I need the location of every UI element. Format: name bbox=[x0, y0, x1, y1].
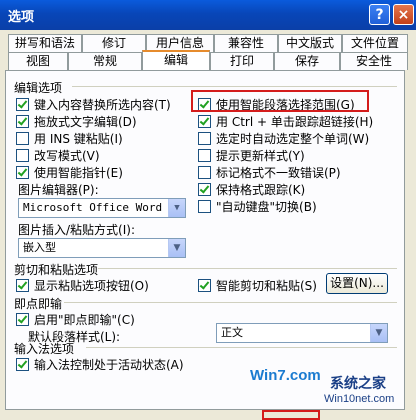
checkbox-show-paste-buttons[interactable]: 显示粘贴选项按钮(O) bbox=[16, 277, 149, 294]
checkbox-label: 输入法控制处于活动状态(A) bbox=[34, 358, 184, 372]
default-style-dropdown[interactable]: 正文 ▼ bbox=[216, 323, 388, 343]
checkbox-label: 用 Ctrl + 单击跟踪超链接(H) bbox=[216, 115, 374, 129]
checkbox-overtype[interactable]: 改写模式(V) bbox=[16, 147, 100, 164]
divider bbox=[64, 302, 397, 303]
tab-revisions[interactable]: 修订 bbox=[82, 34, 146, 52]
watermark-title: 系统之家 bbox=[330, 375, 386, 391]
checkbox-box[interactable] bbox=[16, 132, 29, 145]
tab-file-locations[interactable]: 文件位置 bbox=[342, 34, 408, 52]
chevron-down-icon[interactable]: ▼ bbox=[168, 239, 185, 257]
picture-editor-dropdown[interactable]: Microsoft Office Word ▼ bbox=[18, 198, 186, 218]
tab-general[interactable]: 常规 bbox=[68, 52, 142, 70]
highlight-annotation bbox=[191, 90, 369, 112]
watermark-brand: Win7.com bbox=[250, 367, 321, 384]
dropdown-value: Microsoft Office Word bbox=[23, 201, 163, 214]
divider bbox=[98, 268, 397, 269]
checkbox-label: 使用智能指针(E) bbox=[34, 166, 123, 180]
checkbox-label: 用 INS 键粘贴(I) bbox=[34, 132, 123, 146]
checkbox-label: 拖放式文字编辑(D) bbox=[34, 115, 137, 129]
checkbox-box[interactable] bbox=[198, 132, 211, 145]
tab-spelling[interactable]: 拼写和语法 bbox=[8, 34, 82, 52]
checkbox-drag-drop[interactable]: 拖放式文字编辑(D) bbox=[16, 113, 137, 130]
checkbox-box[interactable] bbox=[16, 115, 29, 128]
checkbox-box[interactable] bbox=[198, 200, 211, 213]
window-title: 选项 bbox=[8, 10, 35, 25]
tab-compatibility[interactable]: 兼容性 bbox=[214, 34, 278, 52]
checkbox-label: 改写模式(V) bbox=[34, 149, 100, 163]
checkbox-box[interactable] bbox=[16, 149, 29, 162]
checkbox-smart-cursor[interactable]: 使用智能指针(E) bbox=[16, 164, 123, 181]
close-button[interactable]: × bbox=[393, 4, 414, 25]
checkbox-select-word[interactable]: 选定时自动选定整个单词(W) bbox=[198, 130, 369, 147]
highlight-annotation-bottom bbox=[262, 410, 320, 420]
tab-asian-typography[interactable]: 中文版式 bbox=[278, 34, 342, 52]
checkbox-box[interactable] bbox=[16, 313, 29, 326]
checkbox-box[interactable] bbox=[198, 115, 211, 128]
checkbox-box[interactable] bbox=[16, 166, 29, 179]
section-click-type: 即点即输 bbox=[14, 297, 63, 311]
section-cut-paste: 剪切和粘贴选项 bbox=[14, 263, 99, 277]
checkbox-box[interactable] bbox=[198, 183, 211, 196]
picture-editor-label: 图片编辑器(P): bbox=[18, 183, 99, 197]
checkbox-label: 保持格式跟踪(K) bbox=[216, 183, 306, 197]
title-bar: 选项 ? × bbox=[0, 0, 416, 30]
chevron-down-icon[interactable]: ▼ bbox=[168, 199, 185, 217]
checkbox-prompt-style[interactable]: 提示更新样式(Y) bbox=[198, 147, 305, 164]
checkbox-label: "自动键盘"切换(B) bbox=[216, 200, 317, 214]
watermark-logo: Win7.com 系统之家 Win10net.com bbox=[250, 367, 394, 405]
checkbox-label: 提示更新样式(Y) bbox=[216, 149, 305, 163]
tab-edit[interactable]: 编辑 bbox=[142, 50, 210, 71]
tab-security[interactable]: 安全性 bbox=[340, 52, 408, 70]
divider bbox=[72, 86, 397, 87]
checkbox-label: 智能剪切和粘贴(S) bbox=[216, 279, 317, 293]
checkbox-mark-inconsistency[interactable]: 标记格式不一致错误(P) bbox=[198, 164, 341, 181]
dropdown-value: 嵌入型 bbox=[23, 241, 56, 254]
checkbox-label: 选定时自动选定整个单词(W) bbox=[216, 132, 370, 146]
tab-save[interactable]: 保存 bbox=[274, 52, 340, 70]
checkbox-box[interactable] bbox=[16, 358, 29, 371]
checkbox-box[interactable] bbox=[198, 149, 211, 162]
edit-panel: 编辑选项 键入内容替换所选内容(T) 拖放式文字编辑(D) 用 INS 键粘贴(… bbox=[5, 70, 405, 410]
divider bbox=[86, 347, 397, 348]
checkbox-ime-control[interactable]: 输入法控制处于活动状态(A) bbox=[16, 356, 184, 373]
checkbox-label: 键入内容替换所选内容(T) bbox=[34, 98, 171, 112]
checkbox-box[interactable] bbox=[16, 279, 29, 292]
insert-paste-dropdown[interactable]: 嵌入型 ▼ bbox=[18, 238, 186, 258]
checkbox-ins-paste[interactable]: 用 INS 键粘贴(I) bbox=[16, 130, 123, 147]
help-button[interactable]: ? bbox=[369, 4, 390, 25]
dropdown-value: 正文 bbox=[221, 326, 243, 339]
checkbox-box[interactable] bbox=[198, 279, 211, 292]
section-ime: 输入法选项 bbox=[14, 342, 75, 356]
settings-button[interactable]: 设置(N)... bbox=[326, 273, 388, 294]
checkbox-typing-replaces[interactable]: 键入内容替换所选内容(T) bbox=[16, 96, 171, 113]
insert-paste-label: 图片插入/粘贴方式(I): bbox=[18, 223, 135, 237]
checkbox-label: 标记格式不一致错误(P) bbox=[216, 166, 341, 180]
checkbox-auto-keyboard[interactable]: "自动键盘"切换(B) bbox=[198, 198, 317, 215]
checkbox-ctrl-click[interactable]: 用 Ctrl + 单击跟踪超链接(H) bbox=[198, 113, 373, 130]
section-edit-options: 编辑选项 bbox=[14, 81, 63, 95]
checkbox-box[interactable] bbox=[16, 98, 29, 111]
checkbox-label: 启用"即点即输"(C) bbox=[34, 313, 135, 327]
checkbox-label: 显示粘贴选项按钮(O) bbox=[34, 279, 149, 293]
checkbox-enable-click-type[interactable]: 启用"即点即输"(C) bbox=[16, 311, 135, 328]
tab-view[interactable]: 视图 bbox=[8, 52, 68, 70]
checkbox-smart-cut-paste[interactable]: 智能剪切和粘贴(S) bbox=[198, 277, 317, 294]
checkbox-box[interactable] bbox=[198, 166, 211, 179]
chevron-down-icon[interactable]: ▼ bbox=[370, 324, 387, 342]
tab-row-2: 视图 常规 编辑 打印 保存 安全性 bbox=[8, 50, 408, 71]
checkbox-keep-format[interactable]: 保持格式跟踪(K) bbox=[198, 181, 305, 198]
watermark-url: Win10net.com bbox=[324, 393, 395, 405]
tab-print[interactable]: 打印 bbox=[210, 52, 274, 70]
